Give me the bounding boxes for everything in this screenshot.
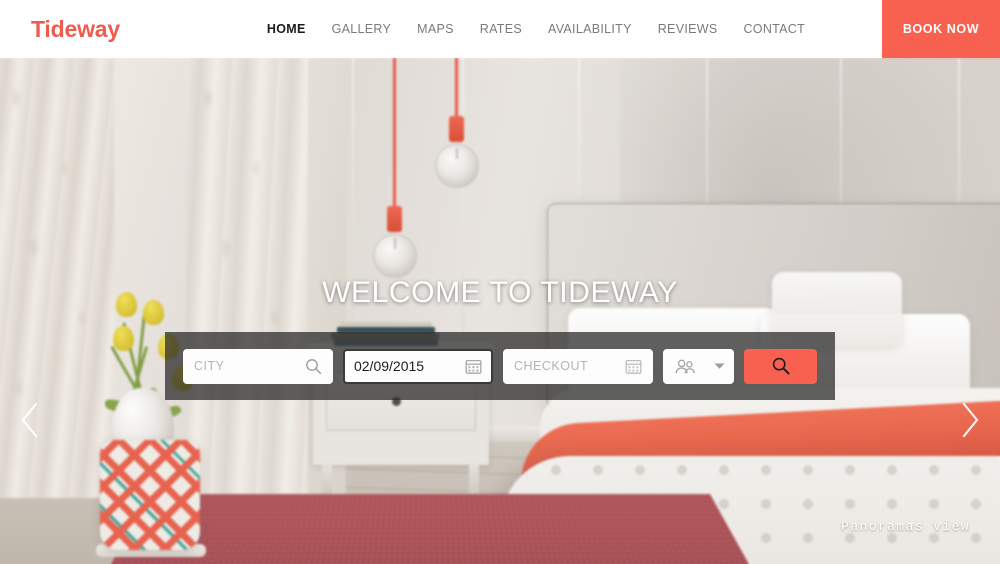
calendar-icon: [625, 358, 642, 375]
page-root: Tideway HOME GALLERY MAPS RATES AVAILABI…: [0, 0, 1000, 564]
nav-item-gallery[interactable]: GALLERY: [319, 22, 405, 36]
book: [340, 322, 432, 327]
nav-item-rates[interactable]: RATES: [467, 22, 535, 36]
patterned-ceramic-stool: [100, 440, 200, 550]
pendant-cord: [393, 58, 396, 208]
search-submit-button[interactable]: [744, 349, 817, 384]
calendar-icon: [465, 358, 482, 375]
nightstand-leg: [469, 463, 479, 497]
nav-item-home[interactable]: HOME: [254, 22, 319, 36]
tulip-flower: [113, 326, 134, 351]
nightstand-leg: [322, 463, 332, 497]
guests-icon: [674, 358, 698, 375]
chevron-left-icon: [19, 401, 41, 444]
hero-title: WELCOME TO TIDEWAY: [0, 276, 1000, 310]
checkin-date-field[interactable]: 02/09/2015: [343, 349, 493, 384]
search-icon: [305, 358, 322, 375]
city-field[interactable]: CITY: [183, 349, 333, 384]
carousel-prev-button[interactable]: [10, 398, 50, 446]
hero-background-image: [0, 58, 1000, 564]
pendant-socket: [387, 206, 402, 232]
site-logo[interactable]: Tideway: [31, 0, 120, 58]
nav-item-reviews[interactable]: REVIEWS: [645, 22, 731, 36]
caret-down-icon: [714, 362, 725, 370]
main-navigation: HOME GALLERY MAPS RATES AVAILABILITY REV…: [120, 0, 882, 58]
carousel-next-button[interactable]: [950, 398, 990, 446]
checkin-value: 02/09/2015: [354, 358, 465, 374]
booking-search-panel: CITY 02/09/2015 CHECKOUT: [165, 332, 835, 400]
chevron-right-icon: [959, 401, 981, 444]
guests-select[interactable]: [663, 349, 734, 384]
nav-item-availability[interactable]: AVAILABILITY: [535, 22, 645, 36]
book-now-button[interactable]: BOOK NOW: [882, 0, 1000, 58]
bulb-filament: [456, 148, 458, 159]
image-watermark: Panoramas view: [841, 519, 970, 534]
pendant-lamp: [434, 58, 480, 248]
bulb-filament: [394, 238, 396, 249]
checkout-input-text: CHECKOUT: [514, 359, 625, 373]
nav-item-contact[interactable]: CONTACT: [730, 22, 818, 36]
nav-item-maps[interactable]: MAPS: [404, 22, 467, 36]
pendant-cord: [455, 58, 458, 118]
city-input-text: CITY: [194, 359, 305, 373]
search-icon: [771, 356, 791, 376]
checkout-date-field[interactable]: CHECKOUT: [503, 349, 653, 384]
hero-slider: WELCOME TO TIDEWAY CITY 02/09/2015 CHECK…: [0, 58, 1000, 564]
pendant-socket: [449, 116, 464, 142]
site-header: Tideway HOME GALLERY MAPS RATES AVAILABI…: [0, 0, 1000, 58]
stool-pattern: [100, 440, 200, 550]
